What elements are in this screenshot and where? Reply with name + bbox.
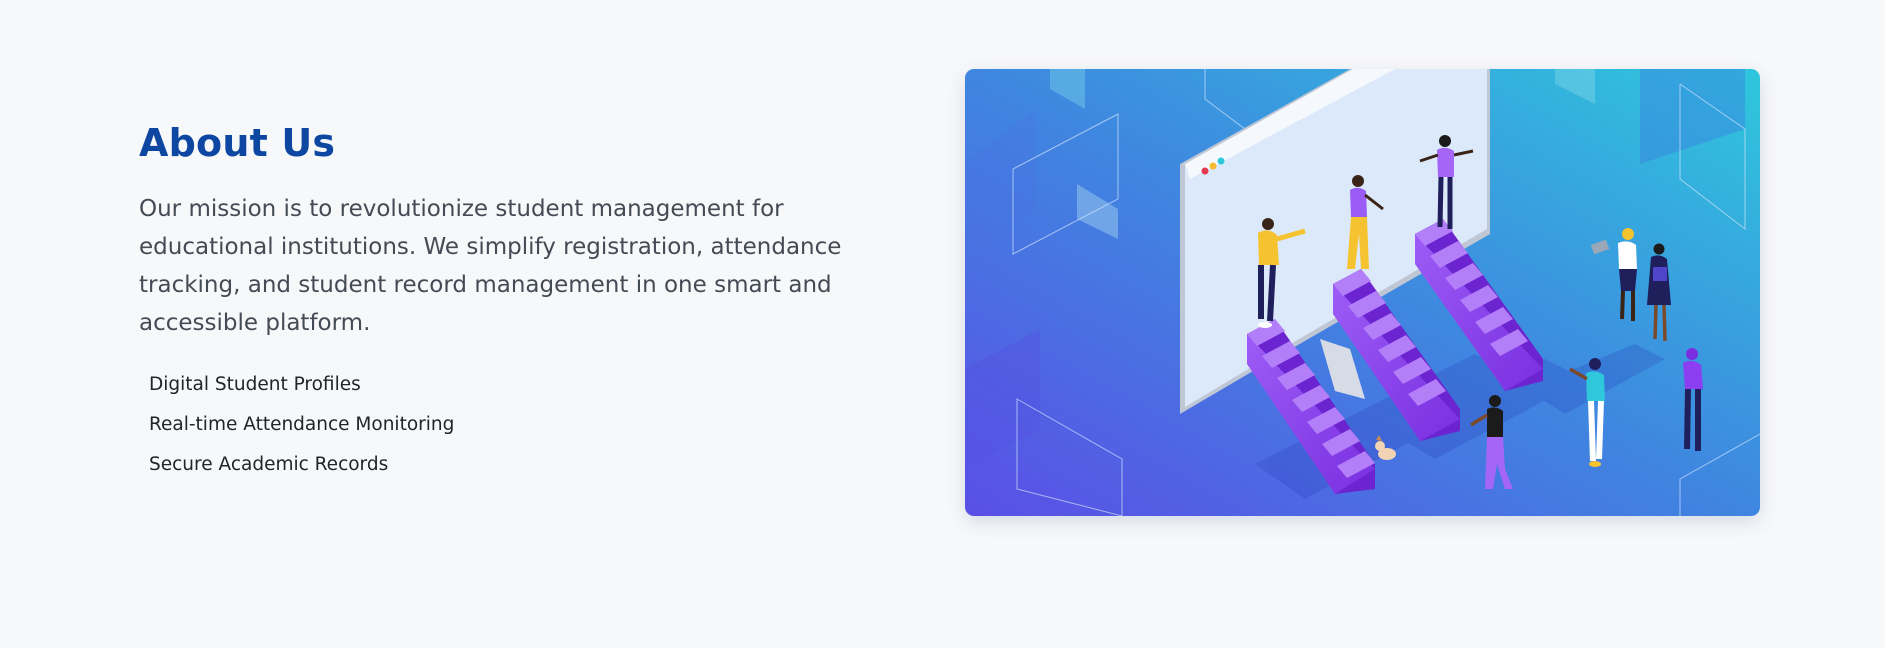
about-title: About Us — [139, 121, 336, 165]
about-illustration — [965, 69, 1760, 516]
about-section: About Us Our mission is to revolutionize… — [0, 0, 1885, 648]
mission-statement: Our mission is to revolutionize student … — [139, 196, 842, 336]
feature-item-attendance: Real-time Attendance Monitoring — [149, 414, 455, 435]
about-text-column: About Us Our mission is to revolutionize… — [139, 118, 899, 485]
feature-list: Digital Student Profiles Real-time Atten… — [149, 365, 899, 485]
feature-item-profiles: Digital Student Profiles — [149, 374, 361, 395]
team-climbing-stairs-illustration — [965, 69, 1760, 516]
feature-item-records: Secure Academic Records — [149, 454, 389, 475]
